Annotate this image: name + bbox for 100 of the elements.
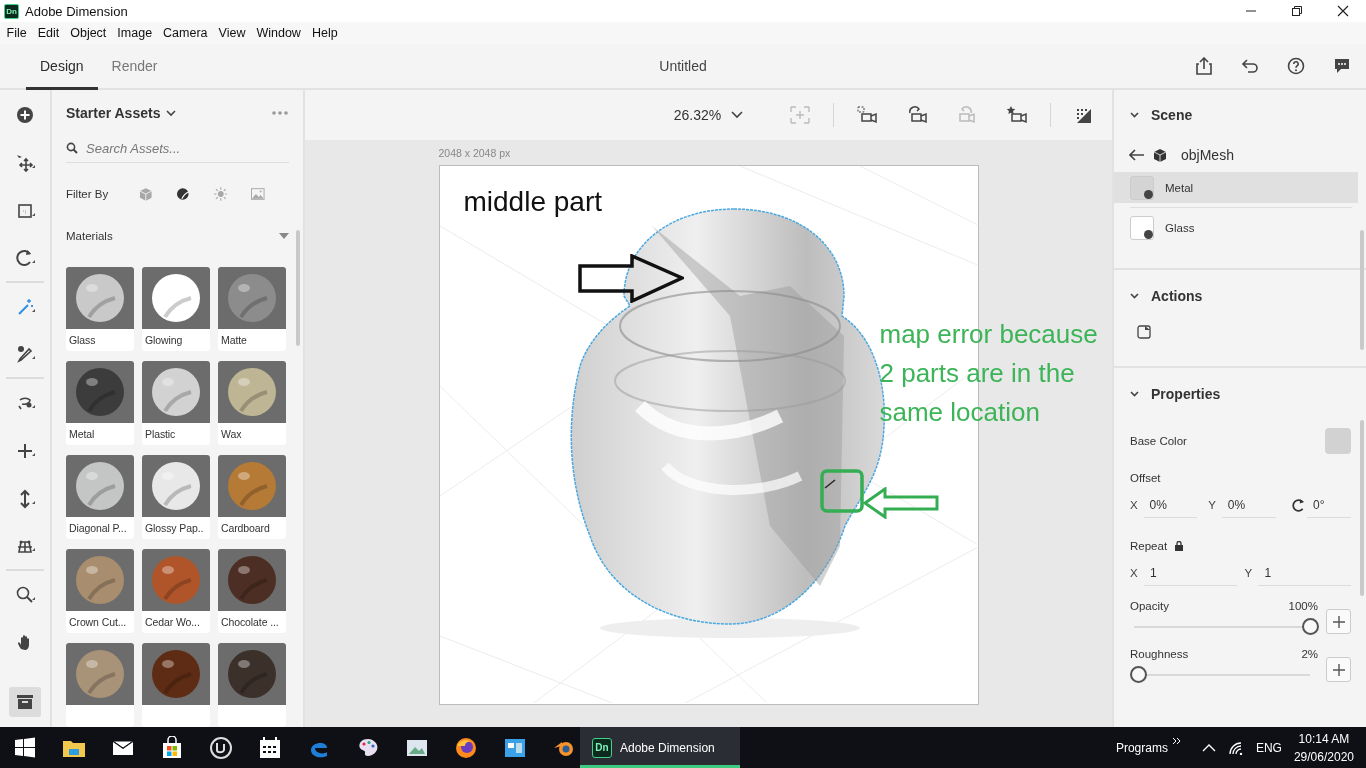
add-keyframe-button[interactable] xyxy=(1326,609,1351,634)
material-ball-icon[interactable] xyxy=(176,186,190,203)
offset-x-field[interactable]: 0% xyxy=(1143,492,1198,518)
slider-label: Opacity xyxy=(1130,600,1169,612)
cube-icon xyxy=(1153,148,1167,162)
zoom-icon[interactable] xyxy=(15,585,35,605)
library-title[interactable]: Starter Assets xyxy=(66,104,161,121)
add-keyframe-button[interactable] xyxy=(1326,657,1351,682)
menu-item[interactable]: View xyxy=(213,26,251,40)
material-tile[interactable]: Wax xyxy=(218,361,286,445)
menu-item[interactable]: Object xyxy=(64,26,112,40)
filter-label: Filter By xyxy=(66,188,110,201)
chevron-down-icon[interactable] xyxy=(1130,293,1139,299)
repeat-x-field[interactable]: 1 xyxy=(1143,560,1237,586)
menu-item[interactable]: Help xyxy=(306,26,344,40)
annotation-label: middle part xyxy=(463,186,602,218)
chevron-up-icon[interactable] xyxy=(1201,743,1216,752)
material-tile[interactable]: Plastic xyxy=(142,361,210,445)
offset-y-field[interactable]: 0% xyxy=(1221,492,1276,518)
globe-icon[interactable] xyxy=(453,735,478,760)
material-name: Glowing xyxy=(144,333,184,346)
rotate-icon[interactable] xyxy=(15,248,35,268)
chevron-down-icon[interactable] xyxy=(166,107,177,118)
field-label: Repeat xyxy=(1130,540,1168,552)
highlight-frame xyxy=(819,469,864,513)
camera-undo-icon[interactable] xyxy=(906,105,928,125)
zoom-control[interactable]: 26.32% xyxy=(673,107,744,123)
material-tile[interactable]: Matte xyxy=(218,267,286,351)
material-tile[interactable]: Diagonal P... xyxy=(66,455,134,539)
canvas-size: 2048 x 2048 px xyxy=(438,147,512,161)
action-icon[interactable] xyxy=(1137,325,1151,339)
menu-item[interactable]: File xyxy=(1,26,33,40)
taskbar-app-button[interactable]: Dn Adobe Dimension xyxy=(580,727,740,768)
material-tile[interactable] xyxy=(66,643,134,727)
add-icon[interactable] xyxy=(15,105,35,125)
search-field[interactable]: Search Assets... xyxy=(66,135,289,163)
material-tile[interactable]: Glass xyxy=(66,267,134,351)
axis-label: X xyxy=(1130,499,1139,511)
material-name: Matte xyxy=(220,333,248,346)
toolbar-label[interactable]: Programs xyxy=(1115,740,1168,755)
material-name: Metal xyxy=(68,427,96,440)
slider-reading: 2% xyxy=(1301,648,1318,660)
comment-icon[interactable] xyxy=(1333,57,1351,75)
color-swatch[interactable] xyxy=(1325,428,1351,454)
repeat-y-field[interactable]: 1 xyxy=(1258,560,1351,586)
mode-tab[interactable]: Render xyxy=(97,44,172,90)
material-tile[interactable]: Cedar Wo... xyxy=(142,549,210,633)
slider-thumb[interactable] xyxy=(1129,666,1147,683)
eyedropper-icon[interactable] xyxy=(15,344,35,364)
share-icon[interactable] xyxy=(1195,57,1213,75)
back-arrow-icon[interactable] xyxy=(1129,149,1145,161)
material-name: Plastic xyxy=(144,427,177,440)
more-icon[interactable] xyxy=(271,109,289,116)
material-tile[interactable]: Metal xyxy=(66,361,134,445)
annotation-note: map error because 2 parts are in the same location xyxy=(879,318,1099,429)
chevron-down-icon[interactable] xyxy=(1130,112,1139,118)
material-name: Cedar Wo... xyxy=(144,615,201,628)
chevron-down-icon xyxy=(731,111,744,119)
wifi-icon[interactable] xyxy=(1227,740,1244,755)
panel-title: Properties xyxy=(1151,386,1221,402)
move-icon[interactable] xyxy=(15,153,35,173)
material-tile[interactable]: Glossy Pap.. xyxy=(142,455,210,539)
material-tile[interactable]: Chocolate ... xyxy=(218,549,286,633)
calendar-icon[interactable] xyxy=(257,735,282,760)
clock-time: 10:14 AM xyxy=(1298,730,1350,748)
undo-icon[interactable] xyxy=(1241,57,1259,75)
material-tile[interactable]: Crown Cut... xyxy=(66,549,134,633)
select-icon[interactable] xyxy=(15,201,35,221)
clock[interactable]: 10:14 AM 29/06/2020 xyxy=(1293,729,1354,766)
help-icon[interactable] xyxy=(1287,57,1305,75)
menu-item[interactable]: Image xyxy=(111,26,158,40)
material-tile[interactable] xyxy=(218,643,286,727)
circle-logo-icon[interactable] xyxy=(208,735,233,760)
material-tile[interactable] xyxy=(142,643,210,727)
material-row[interactable]: Glass xyxy=(1114,212,1358,243)
move-cross-icon[interactable] xyxy=(15,441,35,461)
material-row[interactable]: Metal xyxy=(1114,172,1358,203)
menu-item[interactable]: Camera xyxy=(157,26,214,40)
app-logo: Dn xyxy=(592,737,612,758)
camera-frame-icon[interactable] xyxy=(856,105,878,125)
rotation-field[interactable]: 0° xyxy=(1307,492,1351,518)
caret-down-icon[interactable] xyxy=(279,232,289,239)
material-name: Cardboard xyxy=(220,521,271,534)
slider-thumb[interactable] xyxy=(1302,618,1319,635)
chevron-down-icon[interactable] xyxy=(1130,391,1139,397)
menu-item[interactable]: Edit xyxy=(32,26,65,40)
field-label: Offset xyxy=(1130,472,1162,484)
material-tile[interactable]: Glowing xyxy=(142,267,210,351)
close-icon[interactable] xyxy=(1337,5,1349,17)
camera-star-icon[interactable] xyxy=(1006,105,1028,125)
material-name: Chocolate ... xyxy=(220,615,280,628)
language-indicator[interactable]: ENG xyxy=(1255,740,1282,755)
menu-item[interactable]: Window xyxy=(250,26,307,40)
material-tile[interactable]: Cardboard xyxy=(218,455,286,539)
start-icon[interactable] xyxy=(12,735,37,760)
panel-title: Actions xyxy=(1151,288,1203,304)
chevrons-icon[interactable] xyxy=(1171,736,1182,745)
maximize-icon[interactable] xyxy=(1291,5,1303,17)
asset-panel-toggle[interactable] xyxy=(9,687,41,717)
slider-label: Roughness xyxy=(1130,648,1189,660)
